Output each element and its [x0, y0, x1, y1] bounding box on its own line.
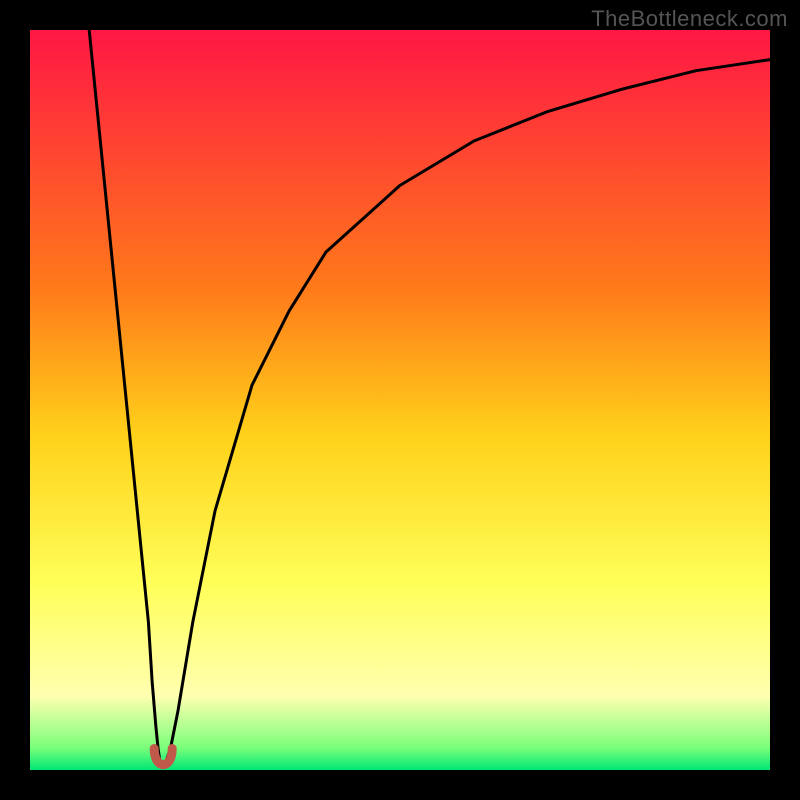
chart-svg [30, 30, 770, 770]
watermark-text: TheBottleneck.com [591, 6, 788, 32]
plot-area [30, 30, 770, 770]
chart-frame: TheBottleneck.com [0, 0, 800, 800]
gradient-background [30, 30, 770, 770]
